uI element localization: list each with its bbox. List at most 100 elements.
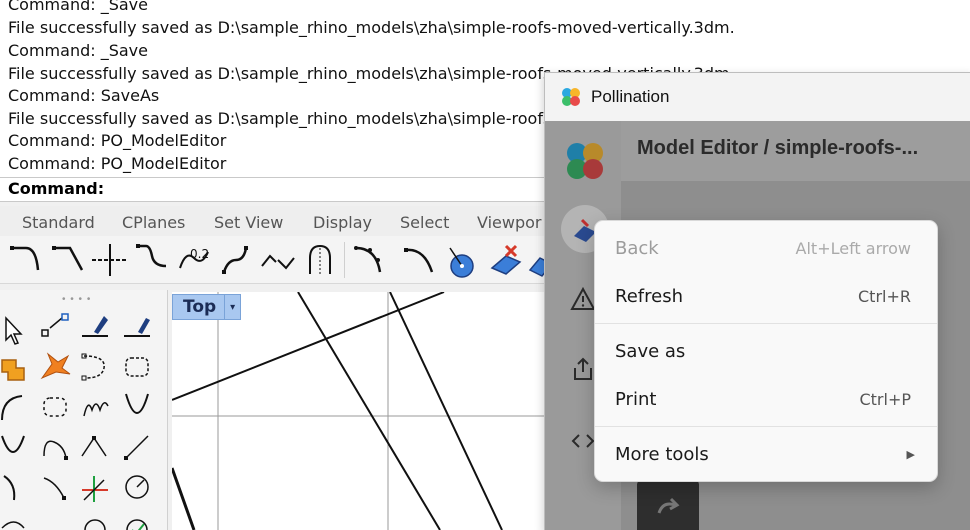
palette-grip-icon[interactable]: • • • • — [62, 294, 91, 305]
set-point-button[interactable] — [118, 308, 156, 346]
menu-item-back[interactable]: Back Alt+Left arrow — [599, 227, 933, 269]
rectangle-select-icon — [125, 357, 149, 377]
sketch-icon — [3, 475, 16, 501]
history-line: File successfully saved as D:\sample_rhi… — [8, 18, 735, 37]
sphere-tool-button[interactable] — [442, 240, 482, 280]
command-prompt-label: Command: — [8, 179, 105, 198]
offset-curve-icon: 0.2 — [179, 247, 209, 269]
fillet-curve-button[interactable] — [6, 240, 46, 280]
arc-curve-icon — [309, 244, 331, 274]
menu-item-shortcut: Ctrl+P — [859, 389, 911, 409]
viewport-title: Top — [183, 297, 217, 317]
arc-tool-button[interactable] — [0, 388, 32, 426]
set-point-icon — [124, 318, 150, 337]
helix-icon — [83, 402, 109, 417]
curve-select-button[interactable] — [76, 348, 114, 386]
puzzle-icon — [1, 359, 25, 381]
trim-curve-button[interactable] — [90, 240, 130, 280]
pollination-titlebar[interactable]: Pollination — [545, 73, 970, 121]
history-line: Command: SaveAs — [8, 86, 160, 105]
menu-item-print[interactable]: Print Ctrl+P — [599, 378, 933, 420]
blend-curve-button[interactable] — [132, 240, 172, 280]
pollination-home-icon[interactable] — [561, 137, 609, 185]
curve-select-icon — [81, 353, 105, 381]
puzzle-tool-button[interactable] — [0, 348, 32, 386]
extra-curve-icon — [1, 521, 25, 529]
toolbar-separator — [344, 242, 345, 278]
explode-tool-button[interactable] — [36, 348, 74, 386]
menu-item-label: Back — [615, 237, 659, 259]
explode-icon — [40, 352, 71, 380]
arc-icon — [1, 395, 23, 421]
pollination-logo-icon — [562, 88, 580, 106]
chamfer-curve-icon — [52, 246, 84, 271]
tab-select[interactable]: Select — [400, 213, 449, 232]
sphere-icon — [449, 247, 474, 278]
extra-check-icon — [126, 519, 148, 530]
axis-icon — [82, 476, 108, 502]
extend-curve-icon — [404, 248, 434, 273]
tab-display[interactable]: Display — [313, 213, 372, 232]
svg-text:0.2: 0.2 — [190, 247, 209, 261]
parabola-icon — [125, 393, 149, 414]
tab-viewport[interactable]: Viewpor — [477, 213, 542, 232]
offset-curve-button[interactable]: 0.2 — [174, 240, 214, 280]
match-curve-button[interactable] — [258, 240, 298, 280]
menu-item-refresh[interactable]: Refresh Ctrl+R — [599, 275, 933, 317]
menu-item-more-tools[interactable]: More tools ▶ — [599, 433, 933, 475]
circle-tool-button[interactable] — [118, 468, 156, 506]
extra-tool-button-2[interactable] — [76, 508, 114, 530]
rectangle-select-button[interactable] — [118, 348, 156, 386]
curve-from-points-button[interactable] — [350, 240, 390, 280]
edit-point-button[interactable] — [76, 308, 114, 346]
chamfer-curve-button[interactable] — [48, 240, 88, 280]
cursor-arrow-icon — [5, 316, 23, 345]
rebuild-curve-button[interactable] — [216, 240, 256, 280]
extend-curve-button[interactable] — [400, 240, 440, 280]
menu-item-save-as[interactable]: Save as — [599, 330, 933, 372]
sketch-tool-button[interactable] — [0, 468, 32, 506]
conic-icon — [43, 477, 66, 500]
viewport-dropdown-icon[interactable]: ▾ — [224, 295, 240, 319]
tab-standard[interactable]: Standard — [22, 213, 95, 232]
extra-circle-icon — [84, 519, 106, 530]
tab-cplanes[interactable]: CPlanes — [122, 213, 185, 232]
helix-tool-button[interactable] — [76, 388, 114, 426]
catenary-tool-button[interactable] — [0, 428, 32, 466]
chevron-right-icon: ▶ — [906, 447, 915, 461]
parabola-tool-button[interactable] — [118, 388, 156, 426]
catenary-icon — [1, 435, 25, 453]
axis-tool-button[interactable] — [76, 468, 114, 506]
control-point-curve-button[interactable] — [76, 428, 114, 466]
circle-icon — [125, 475, 149, 499]
interpolate-icon — [43, 440, 68, 460]
menu-item-label: More tools — [615, 443, 709, 465]
fillet-curve-icon — [10, 246, 40, 271]
arc-curve-button[interactable] — [300, 240, 340, 280]
select-tool-button[interactable] — [0, 312, 32, 350]
conic-tool-button[interactable] — [36, 468, 74, 506]
desktop: Command: _Save File successfully saved a… — [0, 0, 970, 530]
menu-separator — [595, 426, 937, 427]
extra-tool-button[interactable] — [0, 508, 32, 530]
polygon-icon — [43, 397, 67, 417]
control-point-icon — [81, 436, 107, 457]
pencil-point-icon — [82, 316, 108, 337]
delete-surface-button[interactable] — [486, 240, 526, 280]
history-line: Command: _Save — [8, 41, 148, 60]
point-tool-button[interactable] — [36, 308, 74, 346]
rebuild-curve-icon — [222, 246, 248, 274]
menu-item-label: Save as — [615, 340, 686, 362]
menu-item-label: Print — [615, 388, 657, 410]
trim-curve-icon — [92, 244, 128, 276]
extra-tool-button-3[interactable] — [118, 508, 156, 530]
menu-item-shortcut: Ctrl+R — [858, 286, 911, 306]
tab-set-view[interactable]: Set View — [214, 213, 283, 232]
viewport-title-tab[interactable]: Top ▾ — [172, 294, 242, 320]
match-curve-icon — [261, 254, 295, 270]
interpolate-tool-button[interactable] — [36, 428, 74, 466]
polygon-tool-button[interactable] — [36, 388, 74, 426]
history-line: File successfully saved as D:\sample_rhi… — [8, 109, 552, 128]
redo-button[interactable] — [637, 479, 699, 530]
line-tool-button[interactable] — [118, 428, 156, 466]
